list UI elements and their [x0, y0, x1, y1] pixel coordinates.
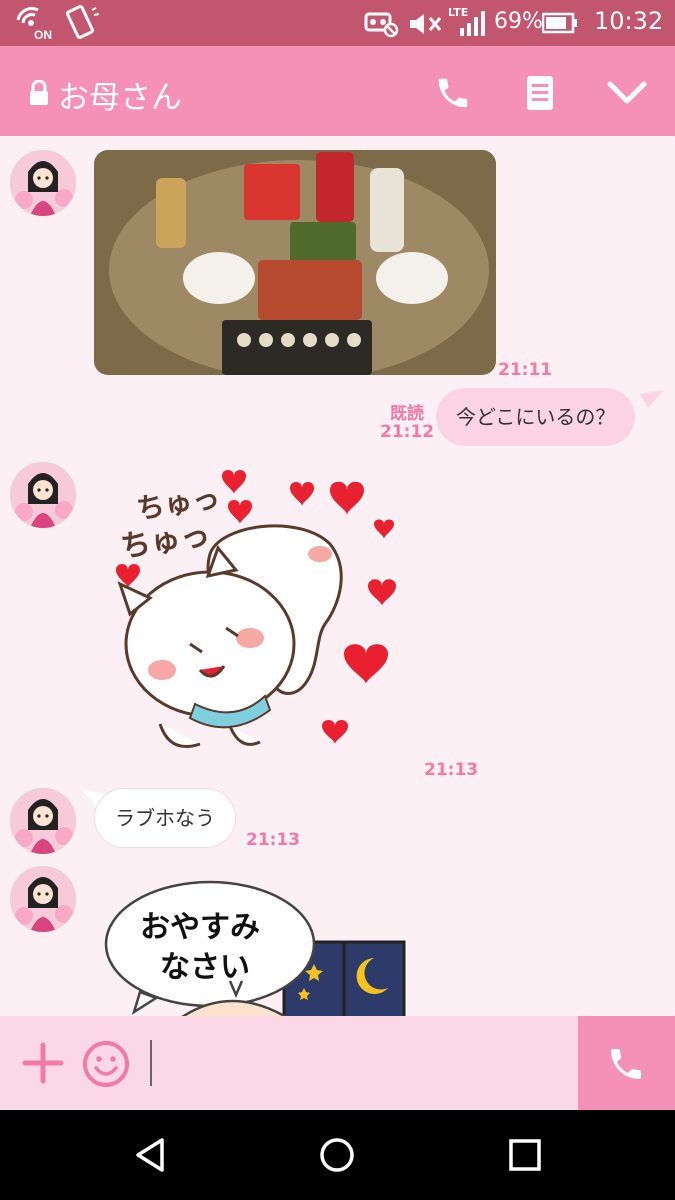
- chat-header: お母さん: [0, 46, 675, 136]
- food-photo[interactable]: [94, 150, 496, 375]
- svg-text:ON: ON: [34, 28, 52, 42]
- wifi-calling-on-icon: ON: [16, 7, 52, 42]
- timestamp: 21:11: [498, 360, 553, 380]
- signal-icon: [460, 11, 485, 36]
- avatar[interactable]: [8, 148, 78, 218]
- android-nav-bar: [0, 1110, 675, 1200]
- chat-title: お母さん: [58, 80, 182, 116]
- timestamp: 21:13: [424, 760, 479, 780]
- food-photo-image: [94, 150, 496, 375]
- emoji-icon[interactable]: [82, 1040, 130, 1088]
- avatar[interactable]: [8, 786, 78, 856]
- screen-rotate-icon: [65, 5, 100, 39]
- chevron-down-icon[interactable]: [606, 80, 648, 106]
- voicemail-off-icon: [364, 12, 399, 38]
- message-input[interactable]: [150, 1040, 570, 1086]
- timestamp: 21:12: [380, 422, 435, 442]
- sticker-text: おやすみ: [140, 910, 260, 945]
- back-icon[interactable]: [132, 1136, 170, 1174]
- text-cursor: [150, 1040, 152, 1086]
- plus-icon[interactable]: [22, 1042, 64, 1084]
- read-receipt: 既読: [390, 404, 424, 424]
- avatar-image: [10, 788, 76, 854]
- mute-icon: [410, 14, 442, 34]
- lock-icon: [30, 80, 48, 105]
- recents-icon[interactable]: [508, 1138, 542, 1172]
- avatar-image: [10, 866, 76, 932]
- phone-call-icon[interactable]: [434, 74, 472, 112]
- cat-illustration: [116, 470, 396, 748]
- call-button[interactable]: [578, 1016, 675, 1110]
- avatar-image: [10, 462, 76, 528]
- my-message-bubble[interactable]: 今どこにいるの？: [436, 388, 636, 446]
- clock: 10:32: [594, 7, 664, 35]
- home-icon[interactable]: [318, 1136, 356, 1174]
- phone-icon: [611, 1049, 641, 1079]
- avatar[interactable]: [8, 460, 78, 530]
- status-bar: ON LTE 69% 10:32: [0, 0, 675, 46]
- sticker-text: なさい: [160, 950, 250, 985]
- battery-percent: 69%: [494, 9, 543, 34]
- avatar[interactable]: [8, 864, 78, 934]
- timestamp: 21:13: [246, 830, 301, 850]
- good-night-illustration: [104, 880, 406, 1016]
- chat-area[interactable]: 21:11 既読 21:12 今どこにいるの？ ちゅっ ちゅっ 21:13 ラブ…: [0, 136, 675, 1016]
- cat-kiss-sticker[interactable]: ちゅっ ちゅっ: [100, 464, 410, 764]
- good-night-sticker[interactable]: おやすみ なさい: [100, 876, 410, 1016]
- bubble-tail: [640, 390, 664, 408]
- battery-icon: [542, 12, 577, 34]
- notes-icon[interactable]: [524, 74, 556, 112]
- avatar-image: [10, 150, 76, 216]
- message-input-bar: [0, 1016, 675, 1110]
- their-message-bubble[interactable]: ラブホなう: [94, 788, 236, 848]
